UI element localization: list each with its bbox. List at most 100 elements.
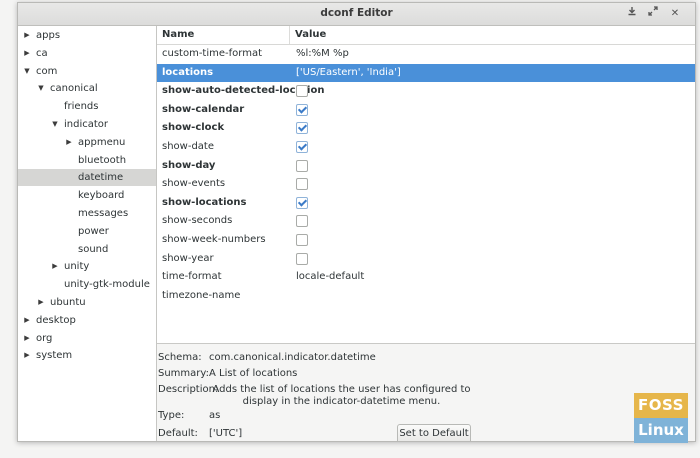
checked-checkbox[interactable] [296, 103, 308, 116]
tree-item-keyboard[interactable]: keyboard [18, 187, 156, 204]
unchecked-checkbox[interactable] [296, 178, 308, 191]
schema-value: com.canonical.indicator.datetime [209, 352, 376, 363]
key-name: show-calendar [162, 103, 245, 115]
key-row-show-auto-detected-location[interactable]: show-auto-detected-location [157, 82, 695, 100]
description-row: Description: Adds the list of locations … [157, 382, 695, 410]
tree-item-ubuntu[interactable]: ▶ ubuntu [18, 294, 156, 311]
tree-item-datetime[interactable]: datetime [18, 169, 156, 187]
tree-item-ca[interactable]: ▶ ca [18, 45, 156, 62]
foss-linux-logo: FOSS Linux [634, 393, 688, 443]
tree-item-sound[interactable]: sound [18, 241, 156, 258]
schema-label: Schema: [158, 352, 202, 363]
tree-item-label: org [36, 332, 53, 344]
key-name: time-format [162, 271, 222, 283]
logo-foss-text: FOSS [634, 393, 688, 418]
tree-item-label: power [78, 225, 109, 237]
unchecked-checkbox[interactable] [296, 159, 308, 172]
collapsed-arrow-icon[interactable]: ▶ [65, 134, 73, 151]
checked-checkbox[interactable] [296, 196, 308, 209]
grid-header: Name Value [157, 26, 695, 45]
expanded-arrow-icon[interactable]: ▼ [51, 116, 59, 133]
expand-icon[interactable] [645, 6, 661, 22]
collapsed-arrow-icon[interactable]: ▶ [37, 294, 45, 311]
tree-item-indicator[interactable]: ▼ indicator [18, 116, 156, 133]
keys-grid: Name Value custom-time-format %l:%M %p loc… [157, 26, 695, 343]
key-value[interactable]: ['US/Eastern', 'India'] [296, 64, 401, 82]
key-value[interactable]: %l:%M %p [296, 45, 349, 63]
tree-item-label: unity-gtk-module [64, 279, 150, 291]
key-info-panel: Schema: com.canonical.indicator.datetime… [157, 343, 695, 441]
tree-item-com[interactable]: ▼ com [18, 63, 156, 80]
key-name: show-day [162, 159, 216, 171]
tree-item-label: unity [64, 261, 90, 273]
key-row-show-day[interactable]: show-day [157, 157, 695, 175]
collapsed-arrow-icon[interactable]: ▶ [23, 347, 31, 364]
tree-item-desktop[interactable]: ▶ desktop [18, 312, 156, 329]
tree-item-label: keyboard [78, 190, 125, 202]
key-row-time-format[interactable]: time-format locale-default [157, 268, 695, 286]
close-icon[interactable]: ✕ [667, 6, 683, 22]
key-row-show-year[interactable]: show-year [157, 250, 695, 268]
expanded-arrow-icon[interactable]: ▼ [23, 63, 31, 80]
tree-item-label: system [36, 350, 73, 362]
tree-item-label: bluetooth [78, 154, 127, 166]
tree-item-org[interactable]: ▶ org [18, 330, 156, 347]
collapsed-arrow-icon[interactable]: ▶ [51, 258, 59, 275]
key-name: show-week-numbers [162, 234, 266, 245]
summary-value: A List of locations [209, 368, 298, 379]
collapsed-arrow-icon[interactable]: ▶ [23, 330, 31, 347]
unchecked-checkbox[interactable] [296, 215, 308, 228]
key-row-show-date[interactable]: show-date [157, 138, 695, 156]
tree-item-label: ubuntu [50, 297, 86, 308]
description-value: Adds the list of locations the user has … [212, 384, 471, 407]
unchecked-checkbox[interactable] [296, 85, 308, 98]
tree-item-system[interactable]: ▶ system [18, 347, 156, 364]
key-value[interactable]: locale-default [296, 268, 364, 286]
tree-item-label: desktop [36, 314, 76, 326]
tree-item-bluetooth[interactable]: bluetooth [18, 152, 156, 169]
summary-label: Summary: [158, 368, 209, 379]
tree-item-canonical[interactable]: ▼ canonical [18, 80, 156, 97]
tree-item-label: sound [78, 243, 109, 255]
column-separator [289, 26, 290, 44]
checked-checkbox[interactable] [296, 141, 308, 153]
tree-item-friends[interactable]: friends [18, 98, 156, 115]
tree-item-power[interactable]: power [18, 223, 156, 240]
key-row-show-clock[interactable]: show-clock [157, 119, 695, 137]
set-to-default-button[interactable]: Set to Default [397, 424, 471, 441]
collapsed-arrow-icon[interactable]: ▶ [23, 45, 31, 62]
unchecked-checkbox[interactable] [296, 252, 308, 265]
title-bar: dconf Editor ✕ [18, 3, 695, 26]
key-name: locations [162, 66, 214, 78]
schema-tree: ▶ apps ▶ ca ▼ com ▼ canonical friends ▼ indicator ▶… [18, 26, 157, 441]
collapsed-arrow-icon[interactable]: ▶ [23, 312, 31, 329]
key-name: custom-time-format [162, 48, 262, 59]
expanded-arrow-icon[interactable]: ▼ [37, 80, 45, 97]
tree-item-apps[interactable]: ▶ apps [18, 27, 156, 44]
key-row-show-seconds[interactable]: show-seconds [157, 212, 695, 230]
value-column-header[interactable]: Value [295, 26, 326, 44]
logo-linux-text: Linux [634, 418, 688, 443]
tree-item-messages[interactable]: messages [18, 205, 156, 222]
name-column-header[interactable]: Name [162, 26, 194, 44]
tree-item-unity-gtk-module[interactable]: unity-gtk-module [18, 276, 156, 293]
key-row-custom-time-format[interactable]: custom-time-format %l:%M %p [157, 45, 695, 63]
tree-item-appmenu[interactable]: ▶ appmenu [18, 134, 156, 151]
download-icon[interactable] [624, 6, 640, 22]
collapsed-arrow-icon[interactable]: ▶ [23, 27, 31, 44]
unchecked-checkbox[interactable] [296, 234, 308, 246]
checked-checkbox[interactable] [296, 122, 308, 135]
tree-item-label: ca [36, 47, 48, 59]
tree-item-label: datetime [78, 172, 124, 184]
schema-row: Schema: com.canonical.indicator.datetime [157, 350, 695, 365]
key-row-show-locations[interactable]: show-locations [157, 194, 695, 212]
key-row-show-week-numbers[interactable]: show-week-numbers [157, 231, 695, 249]
type-label: Type: [158, 410, 185, 421]
tree-item-unity[interactable]: ▶ unity [18, 258, 156, 275]
key-row-show-events[interactable]: show-events [157, 175, 695, 193]
key-row-show-calendar[interactable]: show-calendar [157, 101, 695, 119]
key-name: show-date [162, 141, 215, 152]
key-row-locations[interactable]: locations ['US/Eastern', 'India'] [157, 63, 695, 82]
key-name: show-locations [162, 196, 247, 208]
key-row-timezone-name[interactable]: timezone-name [157, 287, 695, 305]
